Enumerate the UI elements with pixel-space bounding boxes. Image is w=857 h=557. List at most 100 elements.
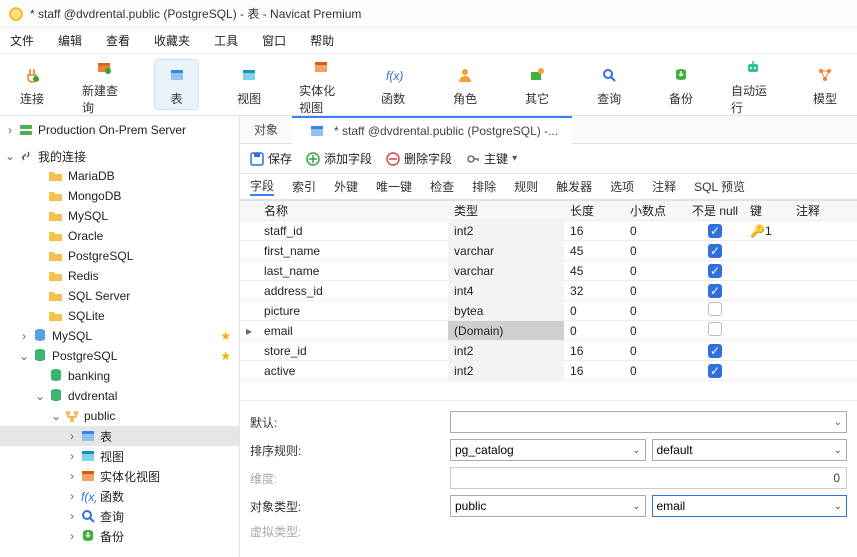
objecttype-schema-combo[interactable]: public⌄	[450, 495, 646, 517]
col-key[interactable]: 键	[744, 201, 790, 221]
cell-length[interactable]: 16	[564, 361, 624, 381]
cell-notnull[interactable]: ✓	[686, 261, 744, 281]
cell-key[interactable]	[744, 321, 790, 341]
connection-header[interactable]: › Production On-Prem Server	[0, 120, 239, 140]
content-tab-1[interactable]: * staff @dvdrental.public (PostgreSQL) -…	[292, 116, 572, 144]
cell-length[interactable]: 45	[564, 241, 624, 261]
chevron-icon[interactable]	[34, 229, 46, 243]
menu-5[interactable]: 窗口	[262, 32, 286, 49]
chevron-right-icon[interactable]: ›	[4, 123, 16, 137]
cell-key[interactable]	[744, 281, 790, 301]
primary-key-button[interactable]: 主键▾	[466, 150, 517, 167]
tree-item-11[interactable]: ⌄dvdrental	[0, 386, 239, 406]
tree-item-5[interactable]: Redis	[0, 266, 239, 286]
fields-grid[interactable]: 名称 类型 长度 小数点 不是 null 键 注释 staff_idint216…	[240, 200, 857, 381]
menu-3[interactable]: 收藏夹	[154, 32, 190, 49]
cell-name[interactable]: picture	[258, 301, 448, 321]
field-row[interactable]: ▸email(Domain)00	[240, 321, 857, 341]
cell-name[interactable]: active	[258, 361, 448, 381]
tree-item-14[interactable]: ›视图	[0, 446, 239, 466]
chevron-icon[interactable]: ⌄	[18, 349, 30, 363]
field-row[interactable]: address_idint4320✓	[240, 281, 857, 301]
tree-item-6[interactable]: SQL Server	[0, 286, 239, 306]
notnull-checkbox[interactable]: ✓	[708, 224, 722, 238]
notnull-checkbox[interactable]	[708, 302, 722, 316]
ribbon-query[interactable]: 新建查询	[82, 54, 126, 116]
notnull-checkbox[interactable]: ✓	[708, 344, 722, 358]
inner-tab-7[interactable]: 触发器	[556, 178, 592, 195]
cell-length[interactable]: 32	[564, 281, 624, 301]
ribbon-plug[interactable]: 连接	[10, 62, 54, 107]
ribbon-fx[interactable]: f(x)函数	[371, 62, 415, 107]
cell-decimals[interactable]: 0	[624, 301, 686, 321]
chevron-icon[interactable]: ›	[66, 449, 78, 463]
col-length[interactable]: 长度	[564, 201, 624, 221]
cell-comment[interactable]	[790, 221, 857, 241]
cell-key[interactable]	[744, 341, 790, 361]
cell-decimals[interactable]: 0	[624, 361, 686, 381]
my-connections[interactable]: ⌄ 我的连接	[0, 146, 239, 166]
chevron-icon[interactable]: ›	[66, 469, 78, 483]
ribbon-robot[interactable]: 自动运行	[731, 54, 775, 116]
inner-tab-4[interactable]: 检查	[430, 178, 454, 195]
tree-item-18[interactable]: ›备份	[0, 526, 239, 546]
notnull-checkbox[interactable]: ✓	[708, 284, 722, 298]
cell-name[interactable]: email	[258, 321, 448, 341]
tree-item-0[interactable]: MariaDB	[0, 166, 239, 186]
tree-item-7[interactable]: SQLite	[0, 306, 239, 326]
cell-comment[interactable]	[790, 281, 857, 301]
cell-key[interactable]	[744, 261, 790, 281]
col-comment[interactable]: 注释	[790, 201, 857, 221]
menu-2[interactable]: 查看	[106, 32, 130, 49]
inner-tab-1[interactable]: 索引	[292, 178, 316, 195]
inner-tab-5[interactable]: 排除	[472, 178, 496, 195]
notnull-checkbox[interactable]: ✓	[708, 364, 722, 378]
cell-type[interactable]: int2	[448, 361, 564, 381]
field-row[interactable]: first_namevarchar450✓	[240, 241, 857, 261]
tree-item-15[interactable]: ›实体化视图	[0, 466, 239, 486]
chevron-icon[interactable]: ›	[66, 429, 78, 443]
cell-length[interactable]: 16	[564, 341, 624, 361]
inner-tab-2[interactable]: 外键	[334, 178, 358, 195]
field-row[interactable]: activeint2160 ✓	[240, 361, 857, 381]
notnull-checkbox[interactable]: ✓	[708, 264, 722, 278]
ribbon-table[interactable]: 表	[154, 59, 199, 110]
dimension-input[interactable]: 0	[450, 467, 847, 489]
chevron-icon[interactable]	[34, 269, 46, 283]
cell-type[interactable]: int2	[448, 221, 564, 241]
cell-decimals[interactable]: 0	[624, 321, 686, 341]
cell-length[interactable]: 0	[564, 321, 624, 341]
tree-item-8[interactable]: ›MySQL★	[0, 326, 239, 346]
inner-tab-8[interactable]: 选项	[610, 178, 634, 195]
inner-tab-10[interactable]: SQL 预览	[694, 178, 745, 195]
cell-key[interactable]	[744, 301, 790, 321]
cell-notnull[interactable]: ✓	[686, 361, 744, 381]
menu-4[interactable]: 工具	[214, 32, 238, 49]
tree-item-3[interactable]: Oracle	[0, 226, 239, 246]
cell-notnull[interactable]: ✓	[686, 241, 744, 261]
chevron-icon[interactable]: ›	[18, 329, 30, 343]
chevron-icon[interactable]: ⌄	[34, 389, 46, 403]
field-row[interactable]: picturebytea00	[240, 301, 857, 321]
save-button[interactable]: 保存	[250, 150, 292, 167]
tree-item-17[interactable]: ›查询	[0, 506, 239, 526]
star-icon[interactable]: ★	[220, 349, 231, 363]
objecttype-name-combo[interactable]: email⌄	[652, 495, 848, 517]
chevron-icon[interactable]: ›	[66, 489, 78, 503]
inner-tab-9[interactable]: 注释	[652, 178, 676, 195]
cell-type[interactable]: int4	[448, 281, 564, 301]
cell-length[interactable]: 0	[564, 301, 624, 321]
cell-comment[interactable]	[790, 341, 857, 361]
cell-key[interactable]: 🔑1	[744, 221, 790, 241]
cell-decimals[interactable]: 0	[624, 221, 686, 241]
delete-field-button[interactable]: 删除字段	[386, 150, 452, 167]
notnull-checkbox[interactable]: ✓	[708, 244, 722, 258]
cell-notnull[interactable]	[686, 301, 744, 321]
menu-6[interactable]: 帮助	[310, 32, 334, 49]
chevron-icon[interactable]: ›	[66, 529, 78, 543]
cell-key[interactable]	[744, 241, 790, 261]
chevron-icon[interactable]: ⌄	[50, 409, 62, 423]
tree-item-2[interactable]: MySQL	[0, 206, 239, 226]
cell-type[interactable]: varchar	[448, 241, 564, 261]
field-row[interactable]: staff_idint2160✓🔑1	[240, 221, 857, 241]
